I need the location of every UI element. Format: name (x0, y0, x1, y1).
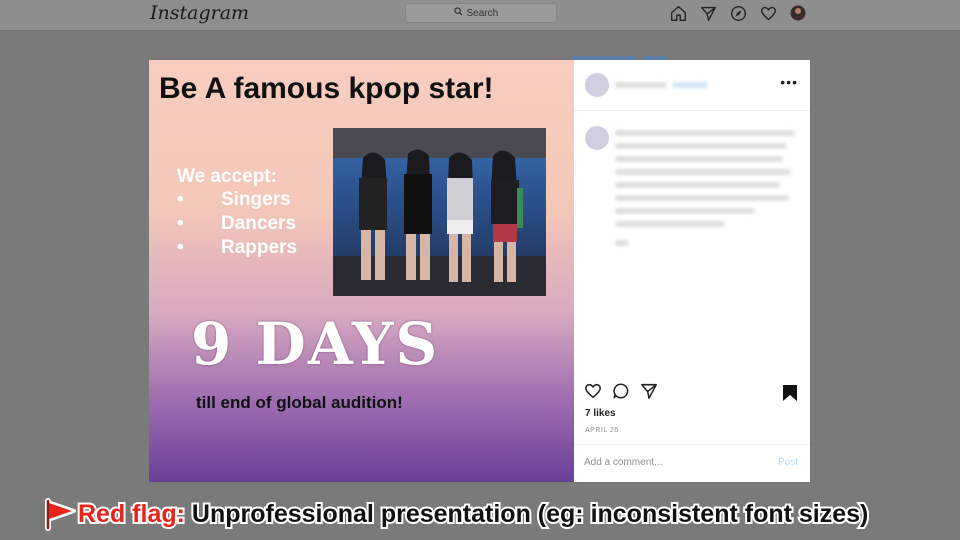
comment-input[interactable] (584, 457, 744, 468)
accept-block: We accept: • Singers • Dancers • Rappers (177, 166, 297, 260)
caption-blurred (615, 221, 725, 227)
comment-icon[interactable] (612, 382, 630, 400)
accept-heading: We accept: (177, 166, 277, 187)
post-header: ••• (574, 60, 810, 111)
list-item: • Dancers (177, 213, 296, 234)
comment-bar: Post (574, 444, 810, 483)
caption-blurred (615, 156, 783, 162)
post-modal: Be A famous kpop star! We accept: • Sing… (149, 60, 810, 482)
red-flag-label: Red flag: (76, 498, 187, 530)
post-headline: Be A famous kpop star! (159, 72, 494, 105)
search-input[interactable] (466, 7, 509, 19)
post-sidebar: ••• 7 likes APRIL 26 Add a comment... Po… (574, 60, 810, 482)
heart-icon[interactable] (758, 4, 778, 22)
explore-icon[interactable] (728, 4, 748, 22)
caption-blurred (615, 169, 791, 175)
group-photo (333, 128, 546, 296)
caption-avatar[interactable] (585, 126, 609, 150)
search-icon (453, 7, 463, 19)
like-heart-icon[interactable] (584, 382, 602, 400)
author-name-blurred[interactable] (615, 82, 667, 88)
bookmark-icon[interactable] (782, 384, 798, 402)
list-item: • Singers (177, 189, 291, 210)
nav-icons (668, 4, 808, 22)
likes-count[interactable]: 7 likes (585, 408, 616, 419)
caption-blurred (615, 143, 787, 149)
home-icon[interactable] (668, 4, 688, 22)
red-flag-icon (44, 497, 78, 531)
caption-time-blurred (615, 240, 629, 246)
profile-avatar[interactable] (788, 4, 808, 22)
caption-blurred (615, 130, 795, 136)
list-item: • Rappers (177, 237, 298, 258)
post-image: Be A famous kpop star! We accept: • Sing… (149, 60, 574, 482)
direct-icon[interactable] (698, 4, 718, 22)
post-date: APRIL 26 (585, 427, 619, 434)
days-countdown: 9 DAYS (191, 310, 440, 378)
post-actions (584, 382, 658, 400)
red-flag-message: Unprofessional presentation (eg: inconsi… (190, 498, 870, 530)
post-comment-button[interactable]: Post (778, 457, 798, 468)
follow-link-blurred[interactable] (672, 82, 708, 88)
caption-blurred (615, 208, 755, 214)
audition-subtitle: till end of global audition! (196, 393, 403, 412)
caption-blurred (615, 182, 780, 188)
caption-text: Red flag: Unprofessional presentation (e… (76, 498, 870, 530)
instagram-topbar: Instagram (0, 0, 960, 31)
caption-blurred (615, 195, 789, 201)
accept-list: • Singers • Dancers • Rappers (177, 188, 297, 260)
author-avatar[interactable] (585, 73, 609, 97)
search-box[interactable] (405, 3, 557, 23)
instagram-logo[interactable]: Instagram (150, 2, 249, 24)
share-icon[interactable] (640, 382, 658, 400)
more-options-icon[interactable]: ••• (780, 74, 798, 90)
